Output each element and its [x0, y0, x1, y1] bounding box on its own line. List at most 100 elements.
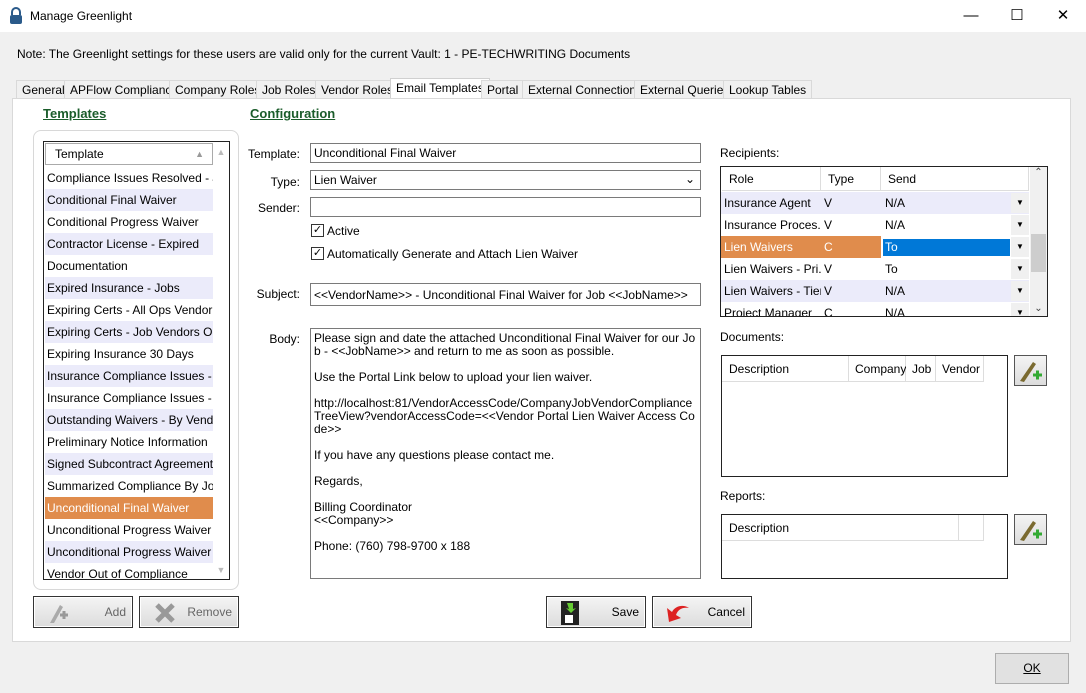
template-list-item[interactable]: Conditional Final Waiver	[45, 189, 213, 211]
remove-x-icon	[155, 603, 175, 623]
template-list-item[interactable]: Signed Subcontract Agreement	[45, 453, 213, 475]
add-report-button[interactable]	[1014, 514, 1047, 545]
description-column-header[interactable]: Description	[722, 515, 959, 541]
type-value: Lien Waiver	[314, 173, 377, 187]
tab-vendor-roles[interactable]: Vendor Roles	[315, 80, 400, 99]
configuration-heading: Configuration	[250, 106, 336, 121]
close-button[interactable]: ✕	[1040, 0, 1086, 32]
send-dropdown-arrow-icon[interactable]: ▼	[1011, 281, 1029, 301]
template-list-item[interactable]: Vendor Out of Compliance	[45, 563, 213, 579]
save-button[interactable]: Save	[546, 596, 646, 628]
template-list-item[interactable]: Documentation	[45, 255, 213, 277]
ok-button[interactable]: OK	[995, 653, 1069, 684]
body-label: Body:	[269, 332, 300, 346]
save-label: Save	[611, 605, 639, 619]
add-document-button[interactable]	[1014, 355, 1047, 386]
template-list-item[interactable]: Contractor License - Expired	[45, 233, 213, 255]
undo-arrow-icon	[667, 605, 689, 622]
template-list-item[interactable]: Unconditional Progress Waiver ...	[45, 541, 213, 563]
template-list-item[interactable]: Unconditional Final Waiver	[45, 497, 213, 519]
template-list-item[interactable]: Expiring Certs - Job Vendors Only	[45, 321, 213, 343]
remove-template-button[interactable]: Remove	[139, 596, 239, 628]
type-cell: V	[824, 284, 833, 298]
recipients-grid[interactable]: Role Type Send Insurance Agent V N/A ▼ Insur…	[720, 166, 1048, 317]
role-cell: Insurance Proces...	[724, 218, 821, 232]
send-dropdown-arrow-icon[interactable]: ▼	[1011, 215, 1029, 235]
window-title: Manage Greenlight	[30, 9, 133, 23]
type-select[interactable]: Lien Waiver ⌄	[310, 170, 701, 190]
send-cell[interactable]: N/A	[883, 280, 1010, 302]
recipients-scrollbar[interactable]: ⌃ ⌄	[1030, 167, 1047, 316]
tab-email-templates[interactable]: Email Templates	[390, 78, 490, 99]
tab-company-roles[interactable]: Company Roles	[169, 80, 267, 99]
tab-general[interactable]: General	[16, 80, 71, 99]
sender-input[interactable]	[310, 197, 701, 217]
template-list-item[interactable]: Insurance Compliance Issues - ...	[45, 387, 213, 409]
recipient-row[interactable]: Insurance Proces... V N/A ▼	[721, 214, 1029, 236]
reports-label: Reports:	[720, 489, 766, 503]
send-dropdown-arrow-icon[interactable]: ▼	[1011, 193, 1029, 213]
vendor-column-header[interactable]: Vendor	[936, 356, 984, 382]
send-cell[interactable]: To	[883, 258, 1010, 280]
template-column-header[interactable]: Template ▲	[45, 143, 213, 165]
send-dropdown-arrow-icon[interactable]: ▼	[1011, 237, 1029, 257]
recipient-row[interactable]: Lien Waivers - Tier V N/A ▼	[721, 280, 1029, 302]
active-checkbox[interactable]: ✓	[311, 224, 324, 237]
recipient-row[interactable]: Insurance Agent V N/A ▼	[721, 192, 1029, 214]
column-header-empty	[959, 515, 984, 541]
auto-generate-label: Automatically Generate and Attach Lien W…	[327, 247, 579, 261]
tab-external-connections[interactable]: External Connections	[522, 80, 649, 99]
type-cell: V	[824, 218, 833, 232]
type-cell: C	[821, 236, 881, 258]
role-column-header[interactable]: Role	[722, 167, 821, 191]
send-cell[interactable]: N/A	[883, 192, 1010, 214]
maximize-button[interactable]: ☐	[994, 0, 1040, 32]
recipient-row[interactable]: Project Manager C N/A ▼	[721, 302, 1029, 316]
company-column-header[interactable]: Company	[849, 356, 906, 382]
send-dropdown-arrow-icon[interactable]: ▼	[1011, 259, 1029, 279]
role-cell: Lien Waivers	[721, 236, 821, 258]
add-template-button[interactable]: Add	[33, 596, 133, 628]
send-cell[interactable]: N/A	[883, 214, 1010, 236]
template-name-input[interactable]: Unconditional Final Waiver	[310, 143, 701, 163]
recipient-row[interactable]: Lien Waivers - Pri... V To ▼	[721, 258, 1029, 280]
send-cell[interactable]: N/A	[883, 302, 1010, 316]
template-list-item[interactable]: Expiring Certs - All Ops Vendor	[45, 299, 213, 321]
send-cell[interactable]: To	[883, 239, 1010, 256]
recipient-row[interactable]: Lien Waivers C To ▼	[721, 236, 1029, 258]
template-list-item[interactable]: Expired Insurance - Jobs	[45, 277, 213, 299]
send-column-header[interactable]: Send	[881, 167, 1029, 191]
template-list-item[interactable]: Outstanding Waivers - By Vend...	[45, 409, 213, 431]
template-list-item[interactable]: Unconditional Progress Waiver	[45, 519, 213, 541]
tab-apflow-compliance[interactable]: APFlow Compliance	[64, 80, 185, 99]
template-label: Template:	[247, 147, 300, 161]
documents-grid[interactable]: Description Company Job Vendor	[721, 355, 1008, 477]
type-label: Type:	[270, 175, 300, 189]
add-pen-icon	[50, 605, 68, 623]
sender-label: Sender:	[257, 201, 300, 215]
tab-portal[interactable]: Portal	[481, 80, 525, 99]
send-dropdown-arrow-icon[interactable]: ▼	[1011, 303, 1029, 316]
template-list-item[interactable]: Insurance Compliance Issues - ...	[45, 365, 213, 387]
template-list-item[interactable]: Expiring Insurance 30 Days	[45, 343, 213, 365]
description-column-header[interactable]: Description	[722, 356, 849, 382]
scroll-thumb[interactable]	[1031, 234, 1046, 272]
type-column-header[interactable]: Type	[821, 167, 881, 191]
template-list-item[interactable]: Conditional Progress Waiver	[45, 211, 213, 233]
tab-job-roles[interactable]: Job Roles	[256, 80, 322, 99]
cancel-button[interactable]: Cancel	[652, 596, 752, 628]
template-list-item[interactable]: Preliminary Notice Information	[45, 431, 213, 453]
template-list-item[interactable]: Compliance Issues Resolved - J...	[45, 167, 213, 189]
minimize-button[interactable]: —	[948, 0, 994, 32]
tab-lookup-tables[interactable]: Lookup Tables	[723, 80, 813, 99]
add-pen-icon	[1020, 362, 1042, 382]
role-cell: Lien Waivers - Pri...	[724, 262, 821, 276]
job-column-header[interactable]: Job	[906, 356, 936, 382]
remove-label: Remove	[187, 605, 232, 619]
body-textarea[interactable]: Please sign and date the attached Uncond…	[310, 328, 701, 579]
auto-generate-checkbox[interactable]: ✓	[311, 247, 324, 260]
tab-external-queries[interactable]: External Queries	[634, 80, 736, 99]
subject-input[interactable]: <<VendorName>> - Unconditional Final Wai…	[310, 283, 701, 306]
template-list-item[interactable]: Summarized Compliance By Job	[45, 475, 213, 497]
reports-grid[interactable]: Description	[721, 514, 1008, 579]
